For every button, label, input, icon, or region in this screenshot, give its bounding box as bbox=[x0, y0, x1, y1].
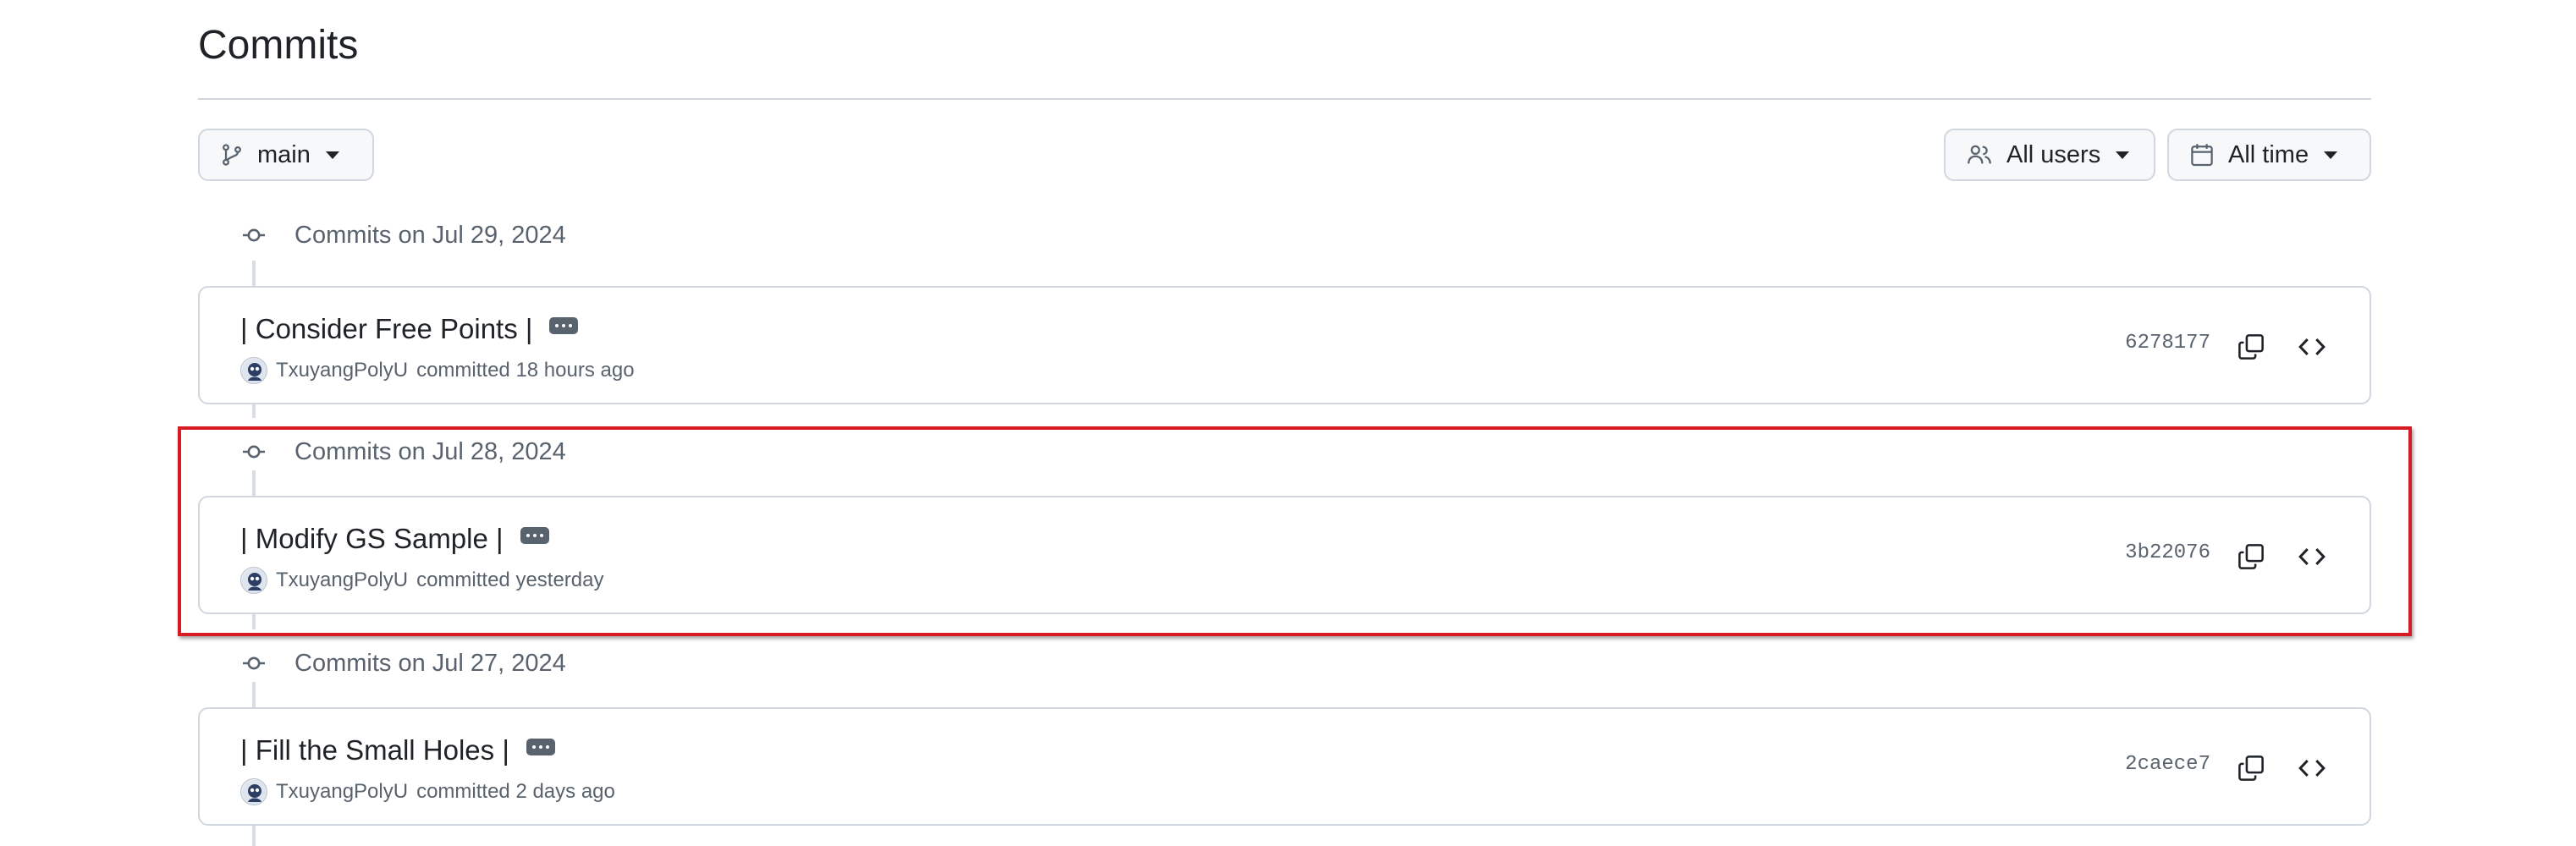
commit-card: | Fill the Small Holes | TxuyangPolyU co… bbox=[198, 707, 2371, 826]
avatar[interactable] bbox=[240, 567, 267, 594]
timeline-line bbox=[252, 682, 256, 709]
commit-author-link[interactable]: TxuyangPolyU bbox=[276, 569, 408, 592]
commit-title-row: | Consider Free Points | bbox=[240, 313, 579, 345]
time-filter-label: All time bbox=[2228, 140, 2309, 168]
commit-card: | Modify GS Sample | TxuyangPolyU commit… bbox=[198, 496, 2371, 614]
git-commit-icon bbox=[243, 656, 265, 670]
commit-author-link[interactable]: TxuyangPolyU bbox=[276, 359, 408, 382]
copy-icon bbox=[2238, 544, 2264, 569]
code-icon bbox=[2298, 338, 2326, 355]
git-branch-icon bbox=[220, 142, 244, 168]
commit-author-row: TxuyangPolyU committed 18 hours ago bbox=[240, 357, 635, 384]
commit-card: | Consider Free Points | TxuyangPolyU co… bbox=[198, 286, 2371, 404]
commit-group-date: Commits on Jul 28, 2024 bbox=[294, 438, 566, 465]
copy-sha-button[interactable] bbox=[2232, 538, 2270, 575]
commit-title-link[interactable]: | Modify GS Sample | bbox=[240, 523, 504, 555]
timeline-line bbox=[252, 470, 256, 497]
commit-author-link[interactable]: TxuyangPolyU bbox=[276, 780, 408, 804]
users-filter-button[interactable]: All users bbox=[1944, 129, 2155, 181]
branch-select-button[interactable]: main bbox=[198, 129, 374, 181]
commit-sha-link[interactable]: 2caece7 bbox=[2125, 753, 2210, 776]
ellipsis-icon[interactable] bbox=[549, 317, 579, 334]
code-icon bbox=[2298, 760, 2326, 777]
commit-sha-link[interactable]: 3b22076 bbox=[2125, 541, 2210, 564]
page-title: Commits bbox=[198, 23, 359, 68]
ellipsis-icon[interactable] bbox=[526, 739, 555, 755]
code-icon bbox=[2298, 548, 2326, 565]
browse-repo-button[interactable] bbox=[2293, 328, 2331, 365]
commit-author-row: TxuyangPolyU committed 2 days ago bbox=[240, 778, 615, 805]
timeline-line bbox=[252, 261, 256, 286]
commit-time-text: committed yesterday bbox=[416, 569, 604, 591]
commit-title-row: | Modify GS Sample | bbox=[240, 523, 549, 555]
copy-sha-button[interactable] bbox=[2232, 328, 2270, 365]
copy-icon bbox=[2238, 755, 2264, 781]
commit-time-text: committed 18 hours ago bbox=[416, 359, 635, 382]
time-filter-button[interactable]: All time bbox=[2167, 129, 2371, 181]
commit-title-link[interactable]: | Fill the Small Holes | bbox=[240, 734, 509, 766]
commit-group-date: Commits on Jul 29, 2024 bbox=[294, 222, 566, 249]
copy-icon bbox=[2238, 334, 2264, 360]
users-filter-label: All users bbox=[2006, 140, 2101, 168]
timeline-line bbox=[252, 824, 256, 846]
commit-time-text: committed 2 days ago bbox=[416, 780, 615, 803]
commit-sha-link[interactable]: 6278177 bbox=[2125, 332, 2210, 354]
commits-page: Commits main All users All time Commits … bbox=[0, 0, 2576, 846]
commit-group-date: Commits on Jul 27, 2024 bbox=[294, 650, 566, 677]
timeline-line bbox=[252, 613, 256, 629]
copy-sha-button[interactable] bbox=[2232, 750, 2270, 787]
browse-repo-button[interactable] bbox=[2293, 538, 2331, 575]
chevron-down-icon bbox=[2324, 151, 2338, 159]
ellipsis-icon[interactable] bbox=[520, 527, 549, 544]
chevron-down-icon bbox=[325, 151, 339, 159]
branch-label: main bbox=[257, 140, 311, 168]
browse-repo-button[interactable] bbox=[2293, 750, 2331, 787]
avatar[interactable] bbox=[240, 778, 267, 805]
git-commit-icon bbox=[243, 445, 265, 459]
commit-title-row: | Fill the Small Holes | bbox=[240, 734, 555, 766]
commit-author-row: TxuyangPolyU committed yesterday bbox=[240, 567, 604, 594]
people-icon bbox=[1966, 142, 1993, 168]
title-divider bbox=[198, 98, 2371, 100]
commit-title-link[interactable]: | Consider Free Points | bbox=[240, 313, 532, 345]
chevron-down-icon bbox=[2116, 151, 2130, 159]
avatar[interactable] bbox=[240, 357, 267, 384]
git-commit-icon bbox=[243, 228, 265, 242]
calendar-icon bbox=[2189, 142, 2215, 168]
